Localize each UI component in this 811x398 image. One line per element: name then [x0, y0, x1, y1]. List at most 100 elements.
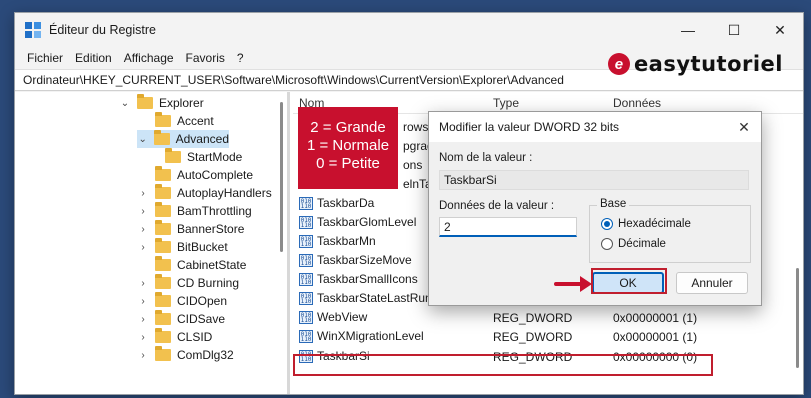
- folder-icon: [155, 220, 171, 235]
- arrow-right-icon: [554, 276, 592, 292]
- chevron-right-icon[interactable]: ›: [137, 188, 149, 199]
- value-name: TaskbarSizeMove: [317, 253, 412, 267]
- chevron-right-icon[interactable]: ›: [137, 242, 149, 253]
- folder-icon: [155, 202, 171, 217]
- base-label: Base: [597, 198, 630, 210]
- dialog-title-bar: Modifier la valeur DWORD 32 bits ✕: [429, 112, 761, 142]
- window-controls: — ☐ ✕: [665, 13, 803, 47]
- radio-decimal[interactable]: Décimale: [601, 238, 666, 250]
- ok-highlight-box: [591, 268, 667, 294]
- chevron-right-icon[interactable]: ›: [137, 224, 149, 235]
- list-row[interactable]: 010 110 WinXMigrationLevel REG_DWORD 0x000…: [293, 327, 791, 346]
- chevron-down-icon[interactable]: ⌄: [119, 98, 131, 109]
- value-name: TaskbarSmallIcons: [317, 272, 418, 286]
- folder-icon: [137, 94, 153, 109]
- tree-item[interactable]: CabinetState: [137, 256, 246, 274]
- dword-icon: 010 110: [299, 215, 313, 229]
- list-row[interactable]: 010 110 WebView REG_DWORD 0x00000001 (1): [293, 308, 791, 327]
- tree-item[interactable]: AutoComplete: [137, 166, 253, 184]
- tree-item[interactable]: › ComDlg32: [137, 346, 234, 364]
- value-name: TaskbarStateLastRun: [317, 291, 432, 305]
- radio-checked-icon[interactable]: [601, 218, 613, 230]
- value-name-field: TaskbarSi: [439, 170, 749, 190]
- dword-icon: 010 110: [299, 272, 313, 286]
- base-group: [589, 205, 751, 263]
- folder-icon: [155, 238, 171, 253]
- chevron-right-icon[interactable]: ›: [137, 296, 149, 307]
- tree-item-label: Explorer: [159, 96, 204, 110]
- value-name: WebView: [317, 310, 368, 324]
- cancel-button[interactable]: Annuler: [676, 272, 748, 294]
- tree-item-label: AutoplayHandlers: [177, 186, 272, 200]
- menu-edition[interactable]: Edition: [69, 51, 118, 65]
- tree-item[interactable]: ⌄ Explorer: [119, 94, 204, 112]
- chevron-down-icon[interactable]: ⌄: [137, 134, 148, 145]
- chevron-right-icon[interactable]: ›: [137, 314, 149, 325]
- tree-item-label: AutoComplete: [177, 168, 254, 182]
- tree-item-label: CIDSave: [177, 312, 226, 326]
- chevron-right-icon[interactable]: ›: [137, 206, 149, 217]
- tree-item[interactable]: › CIDOpen: [137, 292, 227, 310]
- menu-affichage[interactable]: Affichage: [118, 51, 180, 65]
- close-button[interactable]: ✕: [757, 13, 803, 47]
- menu-favoris[interactable]: Favoris: [180, 51, 231, 65]
- callout-line: 2 = Grande: [310, 119, 386, 136]
- tree-item[interactable]: › BamThrottling: [137, 202, 252, 220]
- minimize-button[interactable]: —: [665, 13, 711, 47]
- value-type: REG_DWORD: [493, 330, 573, 344]
- tree-scrollbar[interactable]: [280, 102, 283, 252]
- folder-icon: [155, 256, 171, 271]
- folder-icon: [155, 292, 171, 307]
- registry-tree: ⌄ Explorer Accent ⌄ Advanced StartMode Aut…: [15, 92, 290, 394]
- menu-fichier[interactable]: Fichier: [21, 51, 69, 65]
- values-callout: 2 = Grande 1 = Normale 0 = Petite: [298, 107, 398, 189]
- brand-text: easytutoriel: [633, 52, 783, 76]
- chevron-right-icon[interactable]: ›: [137, 350, 149, 361]
- value-name: WinXMigrationLevel: [317, 329, 424, 343]
- chevron-right-icon[interactable]: ›: [137, 332, 149, 343]
- dword-icon: 010 110: [299, 234, 313, 248]
- value-data-input[interactable]: 2: [439, 217, 577, 237]
- tree-item-label: StartMode: [187, 150, 243, 164]
- tree-item[interactable]: › CD Burning: [137, 274, 239, 292]
- value-data: 0x00000001 (1): [613, 330, 698, 344]
- dword-icon: 010 110: [299, 310, 313, 324]
- tree-item[interactable]: › BannerStore: [137, 220, 244, 238]
- radio-unchecked-icon[interactable]: [601, 238, 613, 250]
- folder-icon: [155, 112, 171, 127]
- maximize-button[interactable]: ☐: [711, 13, 757, 47]
- value-name: TaskbarMn: [317, 234, 376, 248]
- tree-item[interactable]: Accent: [137, 112, 214, 130]
- tree-item[interactable]: › AutoplayHandlers: [137, 184, 272, 202]
- menu-bar: Fichier Edition Affichage Favoris ? e ea…: [15, 47, 803, 76]
- tree-item-label: ComDlg32: [177, 348, 234, 362]
- value-name-label: Nom de la valeur :: [439, 152, 533, 164]
- tree-item-label: CD Burning: [177, 276, 240, 290]
- dword-icon: 010 110: [299, 291, 313, 305]
- tree-item-label: CabinetState: [177, 258, 247, 272]
- list-scrollbar[interactable]: [796, 268, 799, 368]
- folder-icon: [155, 274, 171, 289]
- chevron-right-icon[interactable]: ›: [137, 278, 149, 289]
- tree-item[interactable]: StartMode: [165, 148, 242, 166]
- value-name: TaskbarGlomLevel: [317, 215, 417, 229]
- tree-item[interactable]: › CLSID: [137, 328, 212, 346]
- folder-icon: [155, 328, 171, 343]
- folder-icon: [165, 148, 181, 163]
- dialog-close-icon[interactable]: ✕: [727, 119, 761, 136]
- value-type: REG_DWORD: [493, 311, 573, 325]
- value-data: 0x00000001 (1): [613, 311, 698, 325]
- menu-help[interactable]: ?: [231, 51, 250, 65]
- window-title: Éditeur du Registre: [49, 23, 157, 37]
- dword-icon: 010 110: [299, 253, 313, 267]
- header-donnees[interactable]: Données: [613, 96, 661, 110]
- tree-item[interactable]: › CIDSave: [137, 310, 225, 328]
- radio-dec-label: Décimale: [618, 238, 666, 250]
- dword-icon: 010 110: [299, 196, 313, 210]
- radio-hexadecimal[interactable]: Hexadécimale: [601, 218, 691, 230]
- header-type[interactable]: Type: [493, 96, 519, 110]
- tree-item[interactable]: › BitBucket: [137, 238, 228, 256]
- tree-item-selected[interactable]: ⌄ Advanced: [137, 130, 229, 148]
- tree-item-label: BamThrottling: [177, 204, 252, 218]
- radio-hex-label: Hexadécimale: [618, 218, 691, 230]
